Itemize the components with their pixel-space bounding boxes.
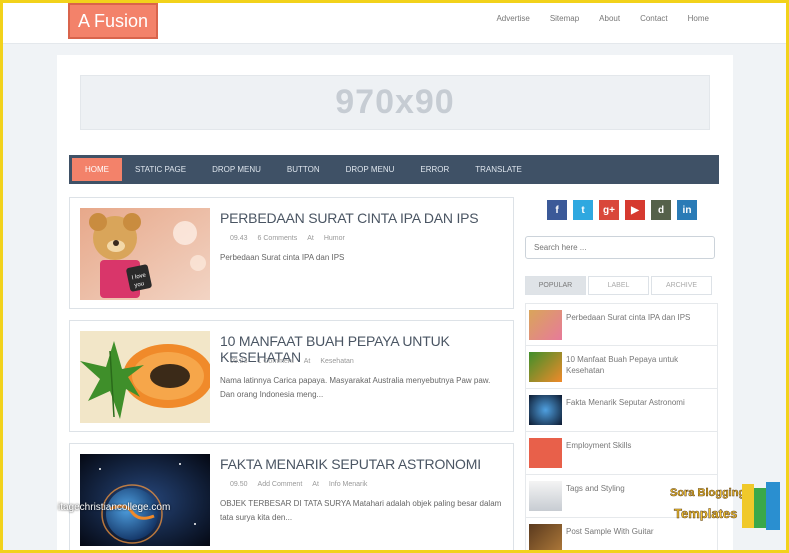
post-meta: 09.50 Add Comment At Info Menarik [230, 481, 367, 488]
post-time: 09.43 [230, 235, 248, 242]
main-nav-home[interactable]: HOME [72, 158, 122, 181]
post-excerpt: Nama latinnya Carica papaya. Masyarakat … [220, 376, 491, 399]
watermark-text: itagechristiancollege.com [58, 502, 171, 513]
social-icons: f t g+ ▶ d in [547, 200, 697, 220]
post-card: Fakta Menarik Seputar Astronomi 09.50 Ad… [69, 443, 514, 553]
list-item[interactable]: 10 Manfaat Buah Pepaya untuk Kesehatan [525, 346, 718, 389]
google-plus-icon[interactable]: g+ [599, 200, 619, 220]
tab-archive[interactable]: ARCHIVE [651, 276, 712, 295]
sidebar-tabs: POPULAR LABEL ARCHIVE [525, 276, 712, 295]
linkedin-icon[interactable]: in [677, 200, 697, 220]
site-logo[interactable]: A Fusion [68, 3, 158, 39]
popular-title[interactable]: Employment Skills [566, 440, 711, 451]
popular-thumbnail [529, 438, 562, 468]
top-nav-sitemap[interactable]: Sitemap [550, 14, 579, 23]
facebook-icon[interactable]: f [547, 200, 567, 220]
badge-line1: Sora Blogging [670, 487, 745, 499]
post-comments[interactable]: Add Comment [258, 481, 303, 488]
tab-label[interactable]: LABEL [588, 276, 649, 295]
main-nav-translate[interactable]: TRANSLATE [462, 155, 535, 184]
popular-thumbnail [529, 310, 562, 340]
post-excerpt: OBJEK TERBESAR DI TATA SURYA Matahari ad… [220, 499, 502, 522]
templates-badge: Sora Blogging Templates [668, 476, 786, 536]
top-nav-contact[interactable]: Contact [640, 14, 668, 23]
top-bar: A Fusion Advertise Sitemap About Contact… [0, 0, 789, 44]
popular-title[interactable]: 10 Manfaat Buah Pepaya untuk Kesehatan [566, 354, 711, 376]
post-thumbnail-teddy[interactable]: I love you [80, 208, 210, 300]
post-title[interactable]: Fakta Menarik Seputar Astronomi [220, 456, 481, 472]
post-thumbnail-papaya[interactable] [80, 331, 210, 423]
post-comments[interactable]: 6 Comments [258, 235, 298, 242]
post-time: 09.23 [230, 358, 248, 365]
popular-thumbnail [529, 395, 562, 425]
popular-thumbnail [529, 524, 562, 553]
main-nav-error[interactable]: ERROR [407, 155, 462, 184]
popular-thumbnail [529, 481, 562, 511]
list-item[interactable]: Perbedaan Surat cinta IPA dan IPS [525, 303, 718, 346]
post-card: I love you Perbedaan Surat Cinta IPA dan… [69, 197, 514, 309]
post-title[interactable]: Perbedaan Surat Cinta IPA dan IPS [220, 210, 479, 226]
main-nav-button[interactable]: BUTTON [274, 155, 333, 184]
main-nav-drop-menu[interactable]: DROP MENU [199, 155, 274, 184]
post-at: At [303, 358, 311, 365]
post-excerpt: Perbedaan Surat cinta IPA dan IPS [220, 253, 345, 262]
popular-title[interactable]: Perbedaan Surat cinta IPA dan IPS [566, 312, 711, 323]
digg-icon[interactable]: d [651, 200, 671, 220]
top-nav: Advertise Sitemap About Contact Home [476, 14, 709, 23]
list-item[interactable]: Fakta Menarik Seputar Astronomi [525, 389, 718, 432]
youtube-icon[interactable]: ▶ [625, 200, 645, 220]
post-label[interactable]: Humor [324, 235, 345, 242]
top-nav-home[interactable]: Home [688, 14, 709, 23]
post-at: At [312, 481, 319, 488]
post-meta: 09.43 6 Comments At Humor [230, 235, 345, 242]
badge-line2: Templates [674, 506, 737, 521]
main-nav-drop-menu-2[interactable]: DROP MENU [333, 155, 408, 184]
post-comments[interactable]: 1 Comment [258, 358, 294, 365]
twitter-icon[interactable]: t [573, 200, 593, 220]
search-input[interactable] [525, 236, 715, 259]
ad-banner[interactable]: 970x90 [80, 75, 710, 130]
main-nav-static-page[interactable]: STATIC PAGE [122, 155, 199, 184]
post-time: 09.50 [230, 481, 248, 488]
popular-thumbnail [529, 352, 562, 382]
popular-title[interactable]: Fakta Menarik Seputar Astronomi [566, 397, 711, 408]
list-item[interactable]: Employment Skills [525, 432, 718, 475]
post-meta: 09.23 1 Comment At Kesehatan [230, 358, 354, 365]
post-at: At [307, 235, 314, 242]
post-label[interactable]: Kesehatan [320, 358, 353, 365]
main-nav: HOME STATIC PAGE DROP MENU BUTTON DROP M… [69, 155, 719, 184]
post-card: 10 Manfaat Buah Pepaya untuk Kesehatan 0… [69, 320, 514, 432]
post-label[interactable]: Info Menarik [329, 481, 368, 488]
tab-popular[interactable]: POPULAR [525, 276, 586, 295]
post-thumbnail-earth[interactable] [80, 454, 210, 546]
top-nav-advertise[interactable]: Advertise [496, 14, 529, 23]
top-nav-about[interactable]: About [599, 14, 620, 23]
